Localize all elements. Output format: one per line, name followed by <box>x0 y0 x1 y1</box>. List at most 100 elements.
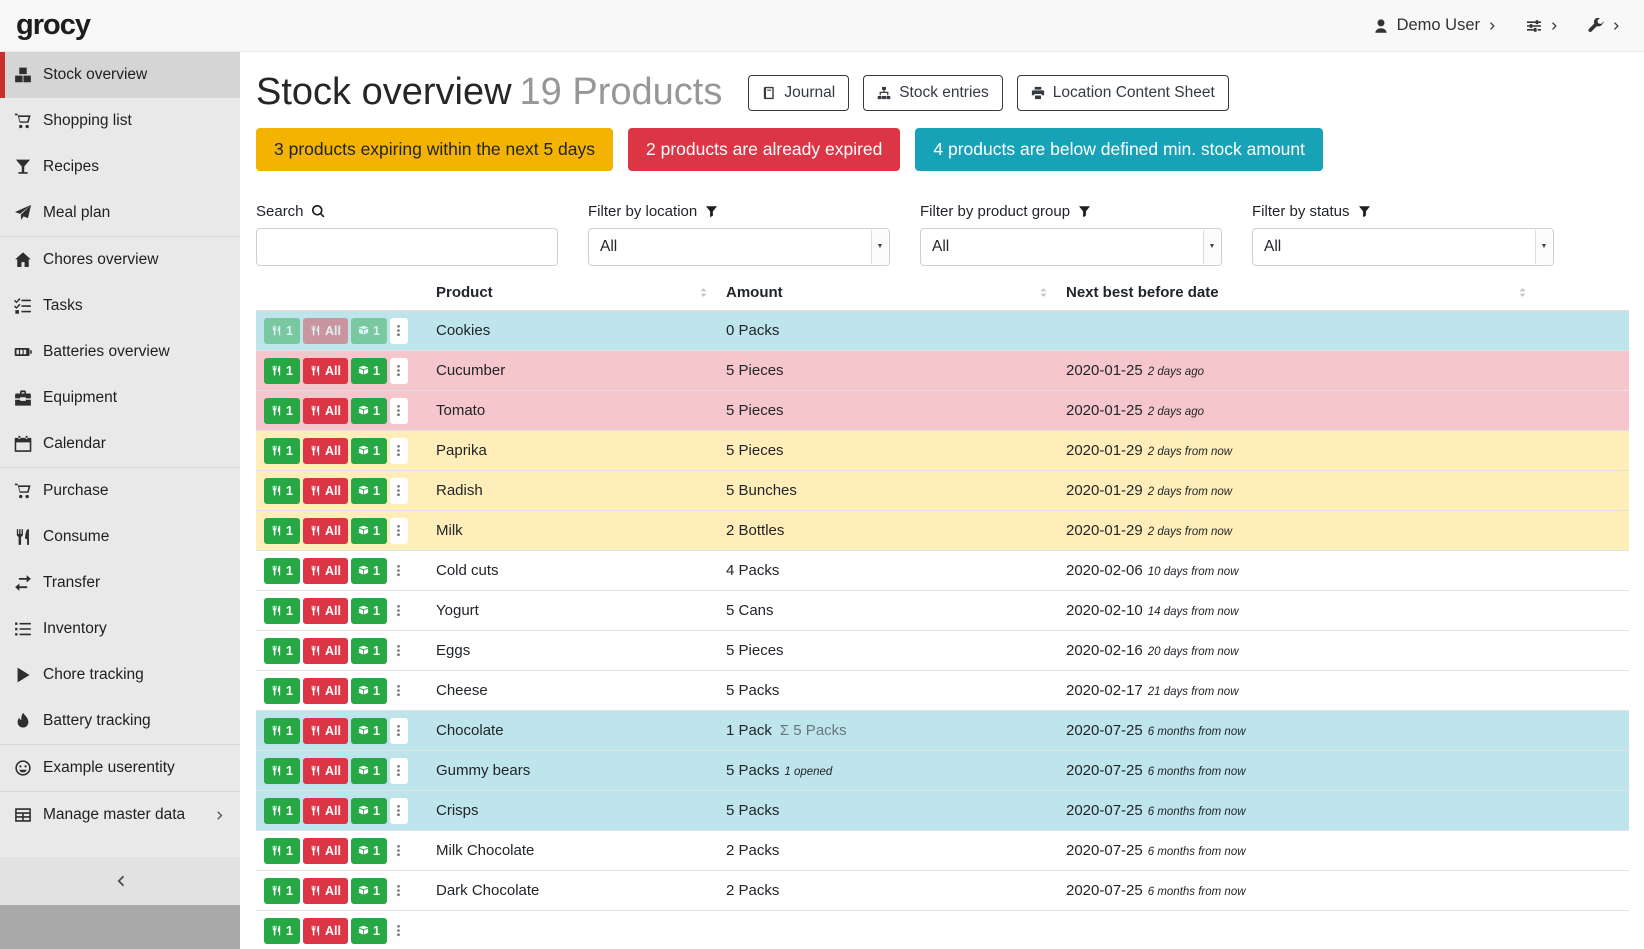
consume-all-button[interactable]: All <box>303 598 348 624</box>
consume-all-button[interactable]: All <box>303 758 348 784</box>
row-menu-button[interactable] <box>390 358 408 384</box>
product-name-cell[interactable]: Cookies <box>428 311 718 351</box>
open-one-button[interactable]: 1 <box>351 798 387 824</box>
sidebar-item-chore-tracking[interactable]: Chore tracking <box>0 652 240 698</box>
sidebar-item-equipment[interactable]: Equipment <box>0 375 240 421</box>
consume-one-button[interactable]: 1 <box>264 838 300 864</box>
consume-all-button[interactable]: All <box>303 678 348 704</box>
product-name-cell[interactable]: Cucumber <box>428 351 718 391</box>
row-menu-button[interactable] <box>390 398 408 424</box>
bbd-column-header[interactable]: Next best before date <box>1058 278 1629 311</box>
consume-one-button[interactable]: 1 <box>264 798 300 824</box>
location-content-sheet-button[interactable]: Location Content Sheet <box>1017 75 1229 111</box>
sidebar-item-shopping-list[interactable]: Shopping list <box>0 98 240 144</box>
row-menu-button[interactable] <box>390 678 408 704</box>
sidebar-item-stock-overview[interactable]: Stock overview <box>0 52 240 98</box>
consume-all-button[interactable]: All <box>303 838 348 864</box>
consume-all-button[interactable]: All <box>303 518 348 544</box>
product-name-cell[interactable]: Yogurt <box>428 591 718 631</box>
sidebar-collapse-button[interactable] <box>0 857 240 905</box>
consume-all-button[interactable]: All <box>303 398 348 424</box>
consume-all-button[interactable]: All <box>303 638 348 664</box>
open-one-button[interactable]: 1 <box>351 318 387 344</box>
sidebar-item-chores-overview[interactable]: Chores overview <box>0 237 240 283</box>
product-name-cell[interactable]: Tomato <box>428 391 718 431</box>
open-one-button[interactable]: 1 <box>351 718 387 744</box>
product-name-cell[interactable]: Crisps <box>428 791 718 831</box>
consume-one-button[interactable]: 1 <box>264 598 300 624</box>
open-one-button[interactable]: 1 <box>351 398 387 424</box>
consume-one-button[interactable]: 1 <box>264 518 300 544</box>
consume-one-button[interactable]: 1 <box>264 398 300 424</box>
consume-one-button[interactable]: 1 <box>264 678 300 704</box>
consume-one-button[interactable]: 1 <box>264 638 300 664</box>
product-name-cell[interactable]: Dark Chocolate <box>428 871 718 911</box>
open-one-button[interactable]: 1 <box>351 678 387 704</box>
location-filter-select[interactable]: All ▼ <box>588 228 890 266</box>
consume-all-button[interactable]: All <box>303 358 348 384</box>
product-name-cell[interactable]: Cold cuts <box>428 551 718 591</box>
sidebar-item-purchase[interactable]: Purchase <box>0 468 240 514</box>
product-name-cell[interactable]: Chocolate <box>428 711 718 751</box>
product-name-cell[interactable]: Radish <box>428 471 718 511</box>
row-menu-button[interactable] <box>390 558 408 584</box>
consume-one-button[interactable]: 1 <box>264 438 300 464</box>
consume-one-button[interactable]: 1 <box>264 718 300 744</box>
consume-all-button[interactable]: All <box>303 718 348 744</box>
open-one-button[interactable]: 1 <box>351 838 387 864</box>
open-one-button[interactable]: 1 <box>351 558 387 584</box>
consume-one-button[interactable]: 1 <box>264 478 300 504</box>
open-one-button[interactable]: 1 <box>351 438 387 464</box>
row-menu-button[interactable] <box>390 518 408 544</box>
consume-one-button[interactable]: 1 <box>264 558 300 584</box>
open-one-button[interactable]: 1 <box>351 878 387 904</box>
admin-menu[interactable] <box>1588 18 1622 34</box>
consume-all-button[interactable]: All <box>303 878 348 904</box>
open-one-button[interactable]: 1 <box>351 758 387 784</box>
row-menu-button[interactable] <box>390 318 408 344</box>
product-name-cell[interactable]: Milk Chocolate <box>428 831 718 871</box>
consume-all-button[interactable]: All <box>303 478 348 504</box>
row-menu-button[interactable] <box>390 878 408 904</box>
amount-column-header[interactable]: Amount <box>718 278 1058 311</box>
below-min-stock-alert[interactable]: 4 products are below defined min. stock … <box>915 128 1323 171</box>
row-menu-button[interactable] <box>390 598 408 624</box>
open-one-button[interactable]: 1 <box>351 918 387 944</box>
sidebar-item-meal-plan[interactable]: Meal plan <box>0 190 240 236</box>
expired-alert[interactable]: 2 products are already expired <box>628 128 900 171</box>
settings-menu[interactable] <box>1526 18 1560 34</box>
open-one-button[interactable]: 1 <box>351 518 387 544</box>
sidebar-item-example-userentity[interactable]: Example userentity <box>0 745 240 791</box>
product-group-filter-select[interactable]: All ▼ <box>920 228 1222 266</box>
sidebar-item-tasks[interactable]: Tasks <box>0 283 240 329</box>
status-filter-select[interactable]: All ▼ <box>1252 228 1554 266</box>
consume-one-button[interactable]: 1 <box>264 318 300 344</box>
row-menu-button[interactable] <box>390 798 408 824</box>
product-name-cell[interactable]: Milk <box>428 511 718 551</box>
sidebar-item-consume[interactable]: Consume <box>0 514 240 560</box>
consume-one-button[interactable]: 1 <box>264 358 300 384</box>
consume-all-button[interactable]: All <box>303 798 348 824</box>
consume-all-button[interactable]: All <box>303 438 348 464</box>
sidebar-item-recipes[interactable]: Recipes <box>0 144 240 190</box>
sidebar-item-inventory[interactable]: Inventory <box>0 606 240 652</box>
consume-all-button[interactable]: All <box>303 318 348 344</box>
consume-one-button[interactable]: 1 <box>264 758 300 784</box>
product-name-cell[interactable]: Cheese <box>428 671 718 711</box>
row-menu-button[interactable] <box>390 838 408 864</box>
open-one-button[interactable]: 1 <box>351 638 387 664</box>
product-name-cell[interactable] <box>428 911 718 949</box>
product-name-cell[interactable]: Paprika <box>428 431 718 471</box>
consume-all-button[interactable]: All <box>303 558 348 584</box>
sidebar-item-batteries-overview[interactable]: Batteries overview <box>0 329 240 375</box>
expiring-soon-alert[interactable]: 3 products expiring within the next 5 da… <box>256 128 613 171</box>
consume-one-button[interactable]: 1 <box>264 918 300 944</box>
row-menu-button[interactable] <box>390 758 408 784</box>
row-menu-button[interactable] <box>390 718 408 744</box>
product-name-cell[interactable]: Eggs <box>428 631 718 671</box>
sidebar-item-manage-master-data[interactable]: Manage master data <box>0 792 240 838</box>
open-one-button[interactable]: 1 <box>351 478 387 504</box>
user-menu[interactable]: Demo User <box>1373 16 1498 35</box>
stock-entries-button[interactable]: Stock entries <box>863 75 1003 111</box>
open-one-button[interactable]: 1 <box>351 598 387 624</box>
